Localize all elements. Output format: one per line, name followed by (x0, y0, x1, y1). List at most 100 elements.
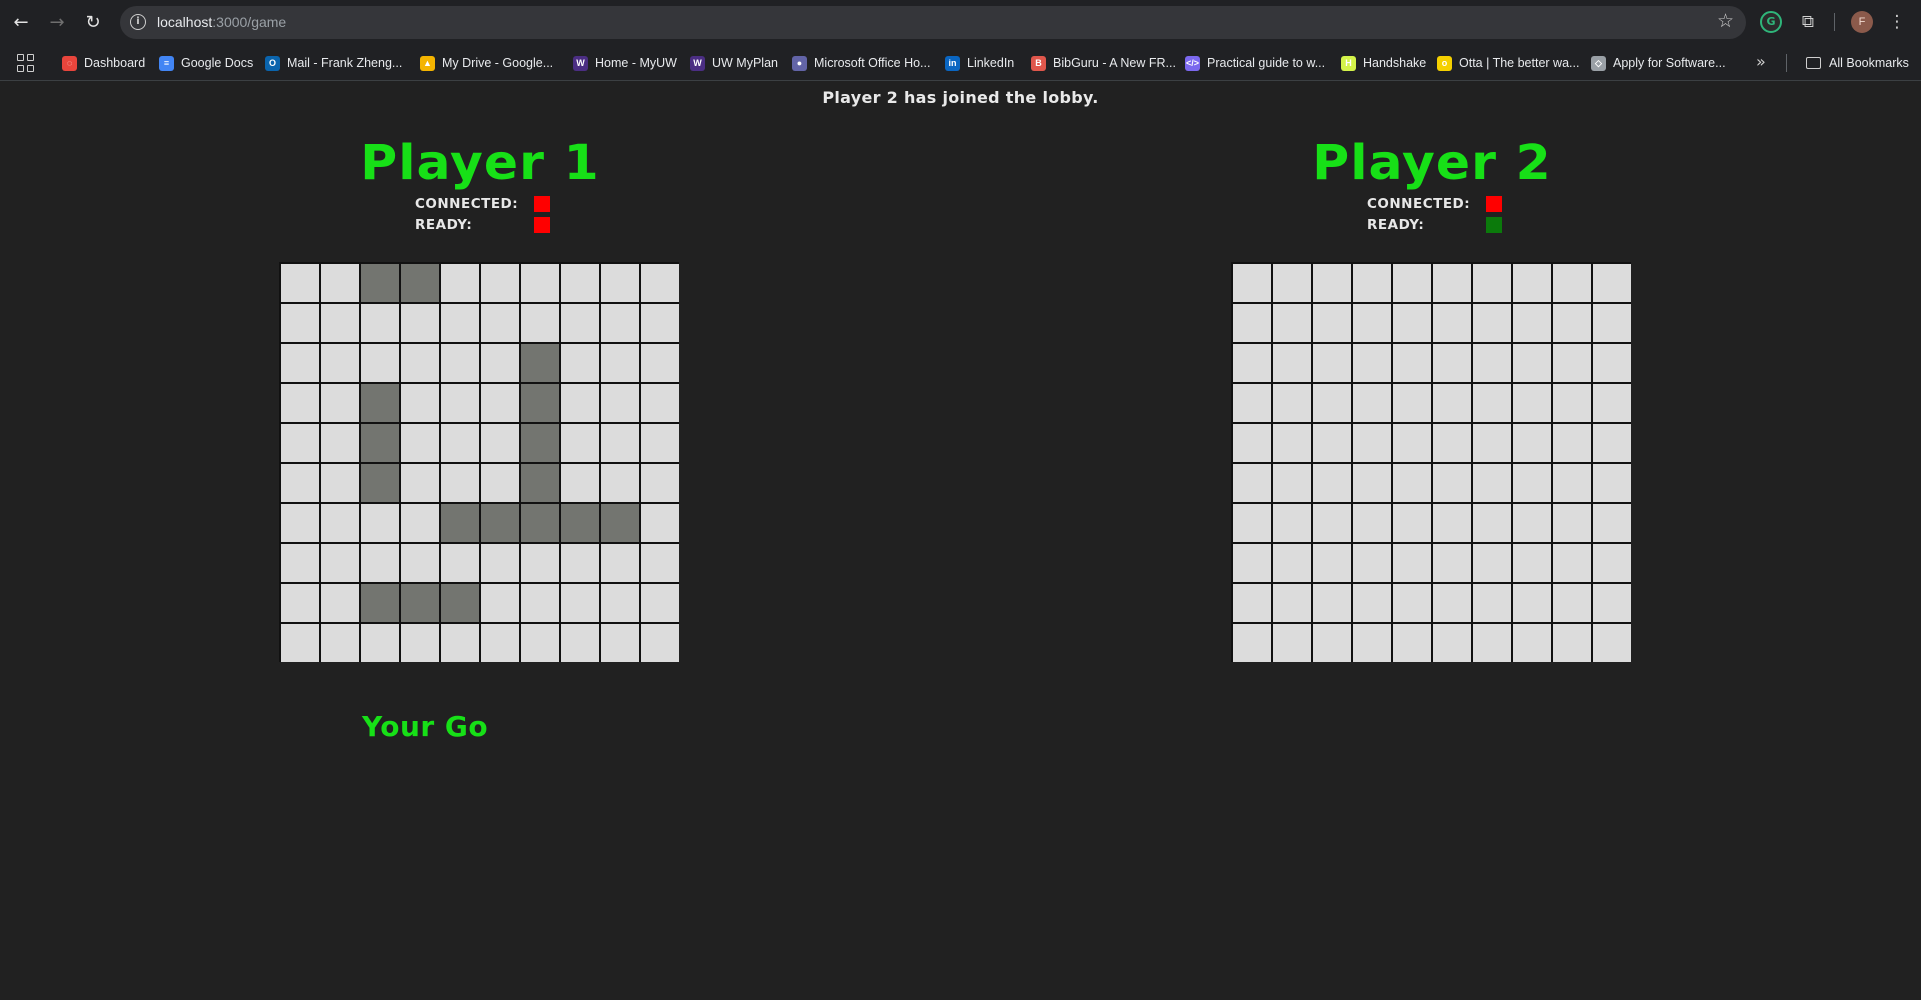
board-cell[interactable] (1473, 544, 1511, 582)
board-cell[interactable] (441, 304, 479, 342)
board-cell[interactable] (481, 264, 519, 302)
board-cell[interactable] (1473, 264, 1511, 302)
board-cell[interactable] (1353, 344, 1391, 382)
board-cell[interactable] (1273, 424, 1311, 462)
board-cell[interactable] (1593, 504, 1631, 542)
board-cell[interactable] (1353, 624, 1391, 662)
board-cell[interactable] (1553, 584, 1591, 622)
board-cell[interactable] (321, 504, 359, 542)
board-cell[interactable] (441, 464, 479, 502)
board-cell[interactable] (1393, 584, 1431, 622)
board-cell[interactable] (1593, 544, 1631, 582)
board-cell[interactable] (1553, 264, 1591, 302)
board-cell[interactable] (361, 344, 399, 382)
board-cell[interactable] (1393, 544, 1431, 582)
board-cell[interactable] (1233, 624, 1271, 662)
board-cell[interactable] (1233, 584, 1271, 622)
board-cell[interactable] (1433, 544, 1471, 582)
board-cell[interactable] (401, 464, 439, 502)
board-cell[interactable] (1273, 544, 1311, 582)
board-cell[interactable] (601, 544, 639, 582)
board-cell[interactable] (281, 264, 319, 302)
board-cell[interactable] (1273, 464, 1311, 502)
board-cell[interactable] (521, 264, 559, 302)
bookmark-item[interactable]: O Mail - Frank Zheng... (265, 54, 402, 72)
board-cell[interactable] (561, 264, 599, 302)
ship-cell[interactable] (521, 384, 559, 422)
board-cell[interactable] (601, 464, 639, 502)
board-cell[interactable] (401, 344, 439, 382)
board-cell[interactable] (561, 424, 599, 462)
board-cell[interactable] (1313, 624, 1351, 662)
ship-cell[interactable] (521, 504, 559, 542)
board-cell[interactable] (1353, 504, 1391, 542)
board-cell[interactable] (481, 544, 519, 582)
board-cell[interactable] (401, 504, 439, 542)
board-cell[interactable] (1473, 424, 1511, 462)
board-cell[interactable] (601, 304, 639, 342)
board-cell[interactable] (401, 544, 439, 582)
board-cell[interactable] (281, 344, 319, 382)
board-cell[interactable] (601, 384, 639, 422)
board-cell[interactable] (1393, 304, 1431, 342)
board-cell[interactable] (481, 624, 519, 662)
board-cell[interactable] (1513, 344, 1551, 382)
board-cell[interactable] (1273, 344, 1311, 382)
board-cell[interactable] (281, 584, 319, 622)
board-cell[interactable] (1353, 544, 1391, 582)
board-cell[interactable] (321, 464, 359, 502)
board-cell[interactable] (1313, 344, 1351, 382)
menu-kebab-icon[interactable]: ⋮ (1886, 11, 1908, 33)
forward-icon[interactable]: → (44, 10, 70, 36)
board-cell[interactable] (1513, 504, 1551, 542)
board-cell[interactable] (1473, 464, 1511, 502)
more-bookmarks-chevron-icon[interactable]: » (1756, 52, 1766, 71)
board-cell[interactable] (1473, 504, 1511, 542)
bookmark-item[interactable]: B BibGuru - A New FR... (1031, 54, 1176, 72)
ship-cell[interactable] (361, 264, 399, 302)
board-cell[interactable] (1393, 344, 1431, 382)
board-cell[interactable] (641, 264, 679, 302)
board-cell[interactable] (1273, 504, 1311, 542)
board-cell[interactable] (641, 344, 679, 382)
board-cell[interactable] (1473, 304, 1511, 342)
board-cell[interactable] (1353, 304, 1391, 342)
ship-cell[interactable] (361, 584, 399, 622)
board-cell[interactable] (321, 544, 359, 582)
board-cell[interactable] (1433, 464, 1471, 502)
board-cell[interactable] (1513, 584, 1551, 622)
board-cell[interactable] (601, 344, 639, 382)
board-cell[interactable] (1433, 264, 1471, 302)
board-cell[interactable] (1433, 384, 1471, 422)
board-cell[interactable] (441, 384, 479, 422)
board-cell[interactable] (1393, 624, 1431, 662)
board-cell[interactable] (361, 624, 399, 662)
back-icon[interactable]: ← (8, 10, 34, 36)
board-cell[interactable] (561, 384, 599, 422)
board-cell[interactable] (1233, 384, 1271, 422)
board-cell[interactable] (401, 424, 439, 462)
board-cell[interactable] (1553, 464, 1591, 502)
board-cell[interactable] (401, 304, 439, 342)
board-cell[interactable] (481, 464, 519, 502)
board-cell[interactable] (561, 304, 599, 342)
board-cell[interactable] (1593, 264, 1631, 302)
board-cell[interactable] (1473, 384, 1511, 422)
bookmark-item[interactable]: W UW MyPlan (690, 54, 778, 72)
board-cell[interactable] (281, 424, 319, 462)
ship-cell[interactable] (481, 504, 519, 542)
bookmark-item[interactable]: </> Practical guide to w... (1185, 54, 1325, 72)
board-cell[interactable] (1393, 264, 1431, 302)
board-cell[interactable] (561, 464, 599, 502)
board-cell[interactable] (601, 264, 639, 302)
board-cell[interactable] (1513, 424, 1551, 462)
board-cell[interactable] (1433, 304, 1471, 342)
board-cell[interactable] (641, 624, 679, 662)
ship-cell[interactable] (441, 584, 479, 622)
board-cell[interactable] (1393, 424, 1431, 462)
board-cell[interactable] (321, 264, 359, 302)
board-cell[interactable] (1273, 384, 1311, 422)
ship-cell[interactable] (441, 504, 479, 542)
board-cell[interactable] (1313, 504, 1351, 542)
board-cell[interactable] (481, 584, 519, 622)
